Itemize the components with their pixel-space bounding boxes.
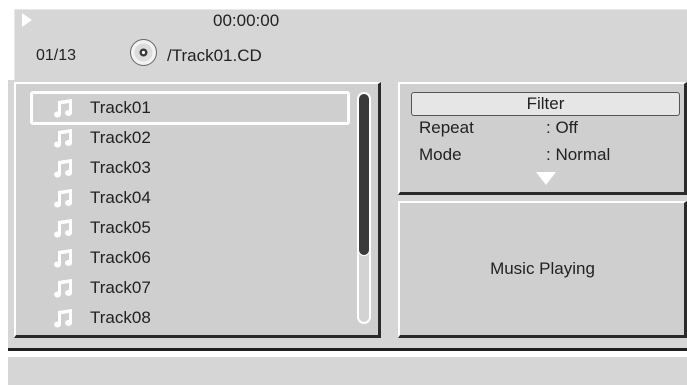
bottom-bar [8,355,687,385]
playback-time: 00:00:00 [213,11,280,30]
current-path: /Track01.CD [167,46,262,65]
list-item[interactable]: Track01 [30,91,350,125]
music-note-icon [54,219,73,238]
music-note-icon [54,99,73,118]
status-text: Music Playing [490,259,595,278]
track-label: Track07 [90,278,151,297]
repeat-label[interactable]: Repeat [419,118,474,138]
list-item[interactable]: Track04 [36,183,346,213]
scrollbar-thumb[interactable] [358,93,370,256]
chevron-down-icon[interactable] [536,172,556,185]
track-label: Track02 [90,128,151,147]
music-note-icon [54,279,73,298]
list-item[interactable]: Track05 [36,213,346,243]
list-item[interactable]: Track02 [36,123,346,153]
music-note-icon [54,129,73,148]
track-label: Track04 [90,188,151,207]
play-icon[interactable] [22,13,32,27]
mode-value: : Normal [546,145,611,164]
music-note-icon [54,309,73,328]
disc-icon [130,39,157,66]
track-label: Track08 [90,308,151,327]
list-item[interactable]: Track03 [36,153,346,183]
track-label: Track05 [90,218,151,237]
divider [8,348,687,351]
track-label: Track06 [90,248,151,267]
list-item[interactable]: Track06 [36,243,346,273]
header-bar [14,9,687,81]
repeat-value: : Off [546,118,578,137]
track-label: Track01 [90,98,151,117]
music-note-icon [54,159,73,178]
filter-button[interactable]: Filter [411,92,680,116]
music-note-icon [54,249,73,268]
music-note-icon [54,189,73,208]
mode-label[interactable]: Mode [419,145,462,165]
track-counter: 01/13 [36,47,77,64]
track-label: Track03 [90,158,151,177]
list-item[interactable]: Track07 [36,273,346,303]
list-item[interactable]: Track08 [36,303,346,333]
